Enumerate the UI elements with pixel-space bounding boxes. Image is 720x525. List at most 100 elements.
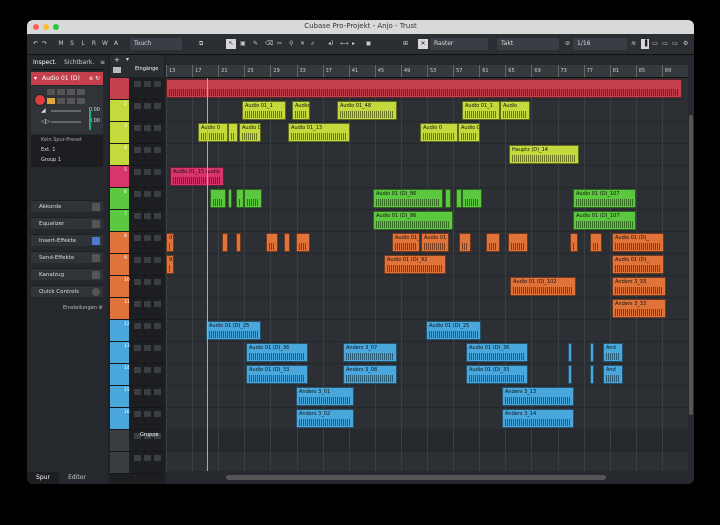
track-record-button[interactable] (154, 81, 161, 87)
audio-event[interactable] (236, 189, 244, 208)
pencil-tool-icon[interactable]: ✎ (253, 38, 258, 50)
window-layout-full-icon[interactable]: ▭ (671, 39, 679, 49)
audio-event[interactable]: And (603, 365, 623, 384)
timebase-button[interactable] (77, 98, 85, 104)
track-color-strip[interactable] (110, 452, 129, 473)
track-edit-icon[interactable]: e (89, 72, 93, 85)
record-enable-button[interactable] (34, 94, 46, 106)
track-solo-button[interactable] (144, 81, 151, 87)
quick-controls-icon[interactable] (92, 288, 100, 296)
audio-event[interactable] (462, 189, 482, 208)
audio-event[interactable]: Anders 3_07 (343, 343, 397, 362)
track-refresh-icon[interactable]: ↻ (95, 72, 100, 85)
track-solo-button[interactable] (144, 323, 151, 329)
audio-event[interactable]: Audio 01_1 (242, 101, 286, 120)
audio-event[interactable]: Hauptz (D)_14 (509, 145, 579, 164)
audio-event[interactable]: Audio 01 (D)_ (612, 233, 664, 252)
track-record-button[interactable] (154, 323, 161, 329)
track-mute-button[interactable] (134, 103, 141, 109)
track-mute-button[interactable] (134, 125, 141, 131)
audio-event[interactable] (508, 233, 528, 252)
mute-tool-icon[interactable]: ✕ (300, 38, 305, 50)
audio-event[interactable]: Audio 01_E (392, 233, 420, 252)
audio-event[interactable] (236, 233, 241, 252)
audio-event[interactable]: Audio 01 (421, 233, 449, 252)
track-row[interactable]: 8 (110, 232, 164, 254)
range-tool-icon[interactable]: ▣ (240, 38, 246, 50)
track-solo-button[interactable] (144, 345, 151, 351)
settings-gear-small-icon[interactable]: ⚙ (99, 305, 103, 311)
audio-event[interactable]: Audio 01 (D)_86 (373, 211, 453, 230)
color-tool-icon[interactable]: ◼ (366, 38, 371, 50)
track-record-button[interactable] (154, 125, 161, 131)
audio-event[interactable]: Audio (500, 101, 530, 120)
project-cursor[interactable] (207, 78, 208, 471)
track-row[interactable]: 13 (110, 342, 164, 364)
audio-event[interactable]: Audio 0 (239, 123, 261, 142)
section-insert-effects[interactable]: Insert-Effekte (31, 234, 103, 246)
track-solo-button[interactable] (144, 235, 151, 241)
section-channel-strip[interactable]: Kanalzug (31, 268, 103, 280)
audio-event[interactable]: Audio 01 (D)_107 (573, 189, 636, 208)
track-solo-button[interactable] (144, 169, 151, 175)
expand-triangle-icon[interactable]: ▾ (34, 72, 37, 85)
track-record-button[interactable] (154, 169, 161, 175)
track-mute-button[interactable] (134, 323, 141, 329)
track-row[interactable]: 14 (110, 364, 164, 386)
audio-event[interactable]: Audio 0 (198, 123, 228, 142)
track-mute-button[interactable] (134, 367, 141, 373)
audio-event[interactable]: Audio 01 (D)_33 (246, 365, 308, 384)
track-row[interactable]: 3 (110, 122, 164, 144)
glue-tool-icon[interactable]: ⚲ (289, 38, 293, 50)
track-mute-button[interactable] (134, 235, 141, 241)
track-mute-button[interactable] (134, 455, 141, 461)
read-small-button[interactable] (67, 89, 75, 95)
warp-tool-icon[interactable]: ⟷ (340, 38, 349, 50)
audio-event[interactable]: Audio (292, 101, 310, 120)
audio-event[interactable]: 93 (166, 255, 174, 274)
monitor-button[interactable] (47, 98, 55, 104)
section-chords[interactable]: Akkorde (31, 200, 103, 212)
freeze-button[interactable] (67, 98, 75, 104)
track-solo-button[interactable] (144, 125, 151, 131)
write-small-button[interactable] (77, 89, 85, 95)
track-record-button[interactable] (154, 279, 161, 285)
track-row[interactable]: 16 (110, 408, 164, 430)
snap-type-select[interactable]: Raster (430, 38, 488, 50)
track-color-strip[interactable] (110, 430, 129, 451)
inspector-settings[interactable]: Einstellungen ⚙ (63, 305, 103, 311)
track-record-button[interactable] (154, 235, 161, 241)
split-tool-icon[interactable]: ✂ (277, 38, 282, 50)
track-record-button[interactable] (154, 191, 161, 197)
mute-button[interactable]: M (57, 39, 65, 49)
add-track-icon[interactable]: + (114, 56, 120, 64)
quantize-toggle-icon[interactable]: ≋ (631, 38, 636, 50)
track-record-button[interactable] (154, 257, 161, 263)
track-record-button[interactable] (154, 389, 161, 395)
eq-icon[interactable] (92, 220, 100, 228)
tool-select-icon[interactable]: ⧉ (199, 38, 203, 50)
audio-event[interactable]: Anders 3_14 (502, 409, 574, 428)
track-solo-button[interactable] (144, 301, 151, 307)
output-routing-field[interactable]: Group 1 (41, 157, 61, 163)
quantize-icon[interactable]: ⊘ (565, 38, 570, 50)
track-solo-button[interactable] (144, 455, 151, 461)
track-record-button[interactable] (154, 455, 161, 461)
tab-visibility[interactable]: Sichtbark. (64, 58, 94, 68)
section-quick-controls[interactable]: Quick Controls (31, 285, 103, 297)
audio-event[interactable]: Audio 01 (D)_92 (384, 255, 446, 274)
track-list-menu-icon[interactable]: ▾ (126, 56, 129, 63)
track-row[interactable]: 5 (110, 166, 164, 188)
audio-event[interactable]: Anders 3_08 (343, 365, 397, 384)
speaker-tool-icon[interactable]: ◂) (328, 38, 333, 50)
track-mute-button[interactable] (134, 389, 141, 395)
audio-event[interactable] (266, 233, 278, 252)
window-layout-bottom-icon[interactable]: ▭ (651, 39, 659, 49)
track-row[interactable]: 4 (110, 144, 164, 166)
track-mute-button[interactable] (134, 169, 141, 175)
audio-event[interactable]: Anders 3_02 (296, 409, 354, 428)
audio-event[interactable] (445, 189, 451, 208)
horizontal-scrollbar[interactable] (166, 471, 688, 484)
audio-event[interactable]: Audio 01 (D)_86 (373, 189, 443, 208)
strip-icon[interactable] (92, 271, 100, 279)
